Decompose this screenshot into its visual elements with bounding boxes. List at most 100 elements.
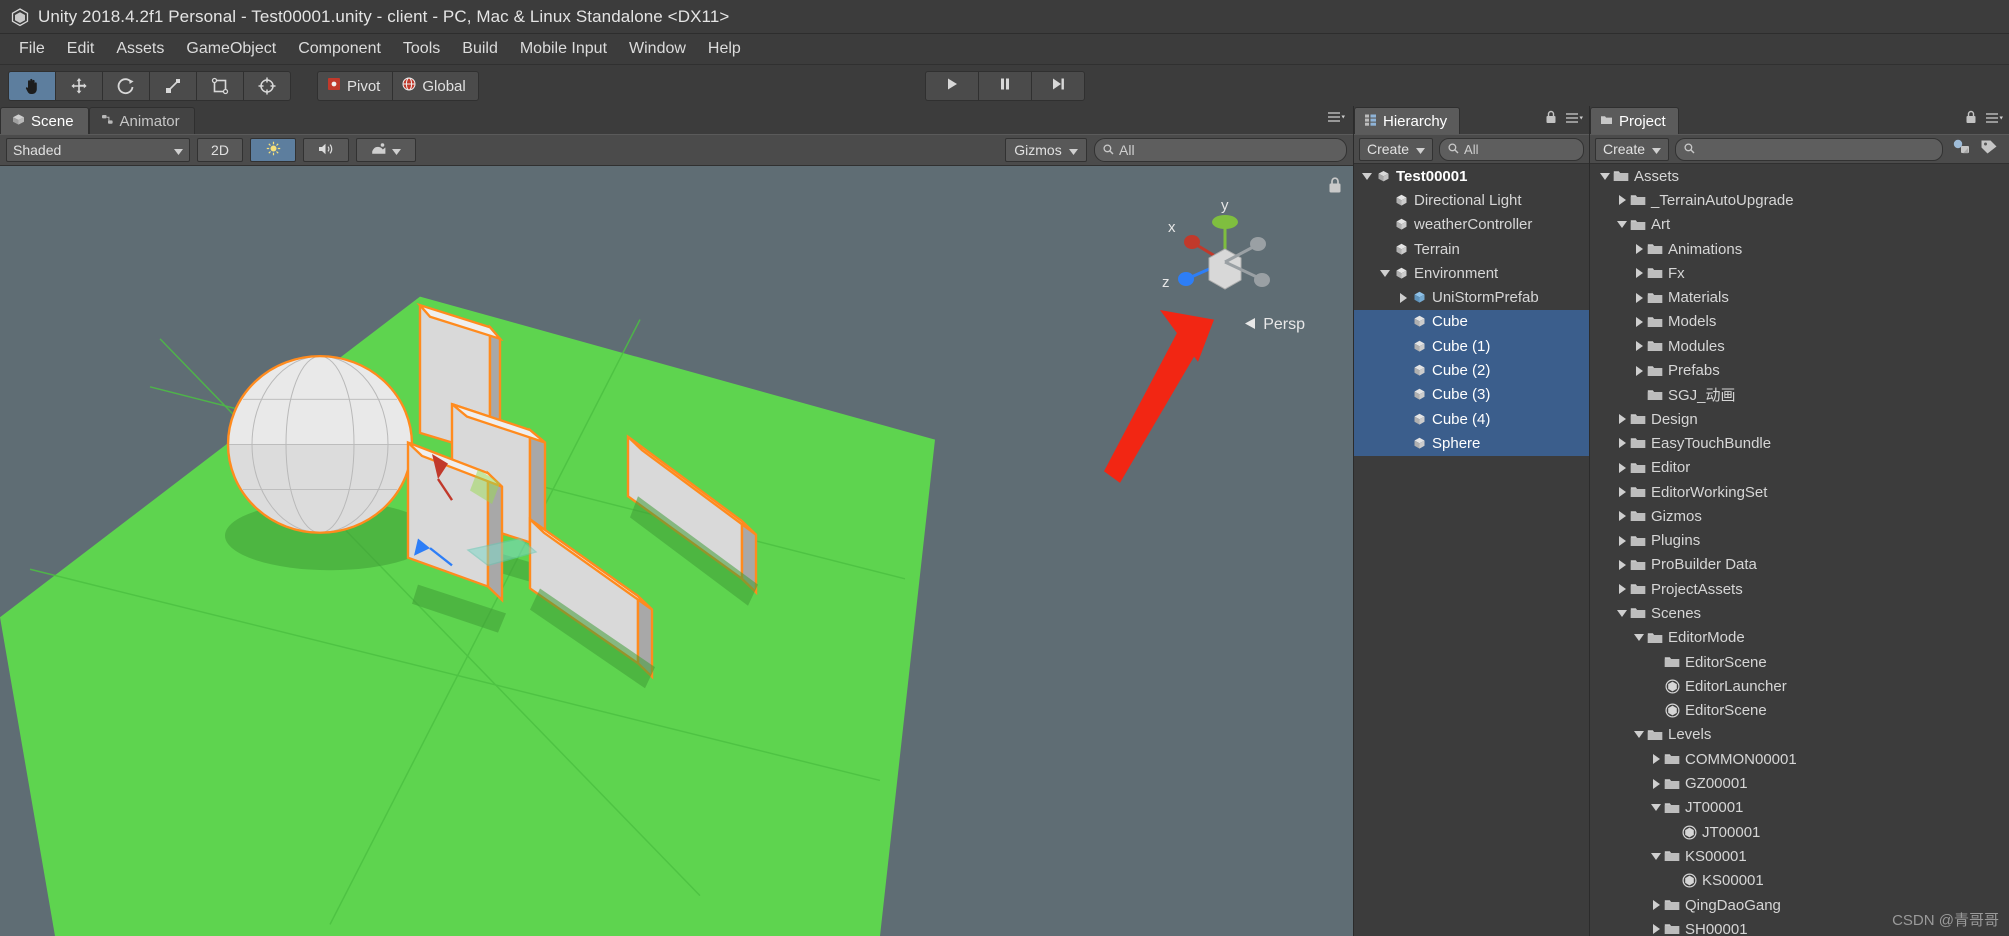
chevron-down-icon[interactable]: [1615, 609, 1629, 618]
chevron-right-icon[interactable]: [1615, 487, 1629, 497]
tree-row[interactable]: Prefabs: [1590, 358, 2009, 382]
tree-row[interactable]: Design: [1590, 407, 2009, 431]
chevron-right-icon[interactable]: [1649, 924, 1663, 935]
tree-row[interactable]: KS00001: [1590, 869, 2009, 893]
chevron-down-icon[interactable]: [1378, 269, 1392, 278]
project-create-button[interactable]: Create: [1595, 137, 1670, 161]
hierarchy-menu-icon[interactable]: [1565, 111, 1583, 129]
scene-search-input[interactable]: All: [1094, 138, 1347, 162]
tree-row[interactable]: Plugins: [1590, 528, 2009, 552]
scene-projection-label[interactable]: Persp: [1245, 316, 1305, 334]
chevron-down-icon[interactable]: [1632, 730, 1646, 739]
transform-tool-button[interactable]: [243, 71, 291, 101]
chevron-right-icon[interactable]: [1615, 559, 1629, 570]
chevron-down-icon[interactable]: [1649, 852, 1663, 861]
menu-mobile-input[interactable]: Mobile Input: [509, 37, 618, 61]
tab-scene[interactable]: Scene: [0, 107, 89, 134]
project-menu-icon[interactable]: [1985, 111, 2003, 129]
gizmos-dropdown[interactable]: Gizmos: [1005, 138, 1087, 162]
project-search-input[interactable]: [1675, 137, 1943, 161]
tree-row[interactable]: Terrain: [1354, 237, 1589, 261]
scene-axis-gizmo[interactable]: y x z: [1155, 194, 1295, 324]
tree-row[interactable]: Levels: [1590, 723, 2009, 747]
tree-row[interactable]: Materials: [1590, 285, 2009, 309]
tree-row[interactable]: Models: [1590, 310, 2009, 334]
chevron-right-icon[interactable]: [1649, 754, 1663, 765]
rect-tool-button[interactable]: [196, 71, 243, 101]
menu-gameobject[interactable]: GameObject: [175, 37, 287, 61]
tree-row-selected[interactable]: Cube (2): [1354, 358, 1589, 383]
pause-button[interactable]: [977, 71, 1031, 101]
chevron-right-icon[interactable]: [1632, 365, 1646, 376]
global-toggle-button[interactable]: Global: [392, 71, 479, 101]
tree-row[interactable]: Test00001: [1354, 164, 1589, 188]
hand-tool-button[interactable]: [8, 71, 55, 101]
chevron-right-icon[interactable]: [1615, 414, 1629, 425]
scene-effects-dropdown[interactable]: [356, 138, 416, 162]
tree-row[interactable]: EditorScene: [1590, 699, 2009, 723]
move-tool-button[interactable]: [55, 71, 102, 101]
tree-row[interactable]: EditorScene: [1590, 650, 2009, 674]
chevron-right-icon[interactable]: [1615, 462, 1629, 473]
menu-assets[interactable]: Assets: [105, 37, 175, 61]
tree-row[interactable]: ProjectAssets: [1590, 577, 2009, 601]
menu-help[interactable]: Help: [697, 37, 752, 61]
tree-row[interactable]: Environment: [1354, 261, 1589, 285]
tree-row[interactable]: _TerrainAutoUpgrade: [1590, 188, 2009, 212]
menu-edit[interactable]: Edit: [56, 37, 106, 61]
tab-animator[interactable]: Animator: [88, 107, 195, 134]
menu-component[interactable]: Component: [287, 37, 392, 61]
hierarchy-create-button[interactable]: Create: [1359, 137, 1434, 161]
menu-tools[interactable]: Tools: [392, 37, 451, 61]
project-lock-icon[interactable]: [1965, 110, 1977, 129]
rotate-tool-button[interactable]: [102, 71, 149, 101]
scene-panel-menu-icon[interactable]: [1327, 110, 1345, 128]
tree-row[interactable]: Modules: [1590, 334, 2009, 358]
view-mode-2d-toggle[interactable]: 2D: [197, 138, 243, 162]
chevron-right-icon[interactable]: [1615, 584, 1629, 595]
chevron-right-icon[interactable]: [1615, 511, 1629, 522]
tree-row-selected[interactable]: Cube (4): [1354, 406, 1589, 432]
hierarchy-lock-icon[interactable]: [1545, 110, 1557, 129]
chevron-right-icon[interactable]: [1632, 244, 1646, 255]
scene-view-lock-icon[interactable]: [1327, 176, 1343, 199]
menu-file[interactable]: File: [8, 37, 56, 61]
tree-row[interactable]: EditorLauncher: [1590, 674, 2009, 698]
tree-row[interactable]: GZ00001: [1590, 771, 2009, 795]
chevron-right-icon[interactable]: [1632, 341, 1646, 352]
project-tree[interactable]: Assets _TerrainAutoUpgrade Art Animations Fx…: [1590, 164, 2009, 936]
tree-row[interactable]: KS00001: [1590, 844, 2009, 868]
tree-row[interactable]: COMMON00001: [1590, 747, 2009, 771]
tree-row[interactable]: weatherController: [1354, 213, 1589, 237]
tree-row[interactable]: JT00001: [1590, 820, 2009, 844]
tree-row[interactable]: Animations: [1590, 237, 2009, 261]
scene-lighting-toggle[interactable]: [250, 138, 296, 162]
hierarchy-tree[interactable]: Test00001 Directional Light weatherControl…: [1354, 164, 1589, 936]
scene-audio-toggle[interactable]: [303, 138, 349, 162]
chevron-right-icon[interactable]: [1632, 316, 1646, 327]
chevron-down-icon[interactable]: [1615, 220, 1629, 229]
tree-row[interactable]: ProBuilder Data: [1590, 553, 2009, 577]
tree-row[interactable]: JT00001: [1590, 796, 2009, 820]
chevron-right-icon[interactable]: [1632, 292, 1646, 303]
chevron-down-icon[interactable]: [1632, 633, 1646, 642]
chevron-right-icon[interactable]: [1615, 535, 1629, 546]
tree-row[interactable]: EditorWorkingSet: [1590, 480, 2009, 504]
chevron-down-icon[interactable]: [1649, 803, 1663, 812]
tab-project[interactable]: Project: [1590, 107, 1679, 134]
filter-label-icon[interactable]: [1980, 138, 1999, 160]
menu-window[interactable]: Window: [618, 37, 697, 61]
hierarchy-search-input[interactable]: All: [1439, 137, 1584, 161]
tree-row[interactable]: Assets: [1590, 164, 2009, 188]
tree-row-selected[interactable]: Cube (3): [1354, 382, 1589, 407]
scale-tool-button[interactable]: [149, 71, 196, 101]
chevron-right-icon[interactable]: [1649, 778, 1663, 789]
play-button[interactable]: [924, 71, 978, 101]
tree-row[interactable]: Directional Light: [1354, 188, 1589, 212]
chevron-down-icon[interactable]: [1598, 172, 1612, 181]
pivot-toggle-button[interactable]: Pivot: [317, 71, 393, 101]
chevron-right-icon[interactable]: [1649, 900, 1663, 911]
draw-mode-dropdown[interactable]: Shaded: [6, 138, 190, 162]
tree-row-selected[interactable]: Sphere: [1354, 431, 1589, 456]
tree-row-selected[interactable]: Cube (1): [1354, 334, 1589, 359]
